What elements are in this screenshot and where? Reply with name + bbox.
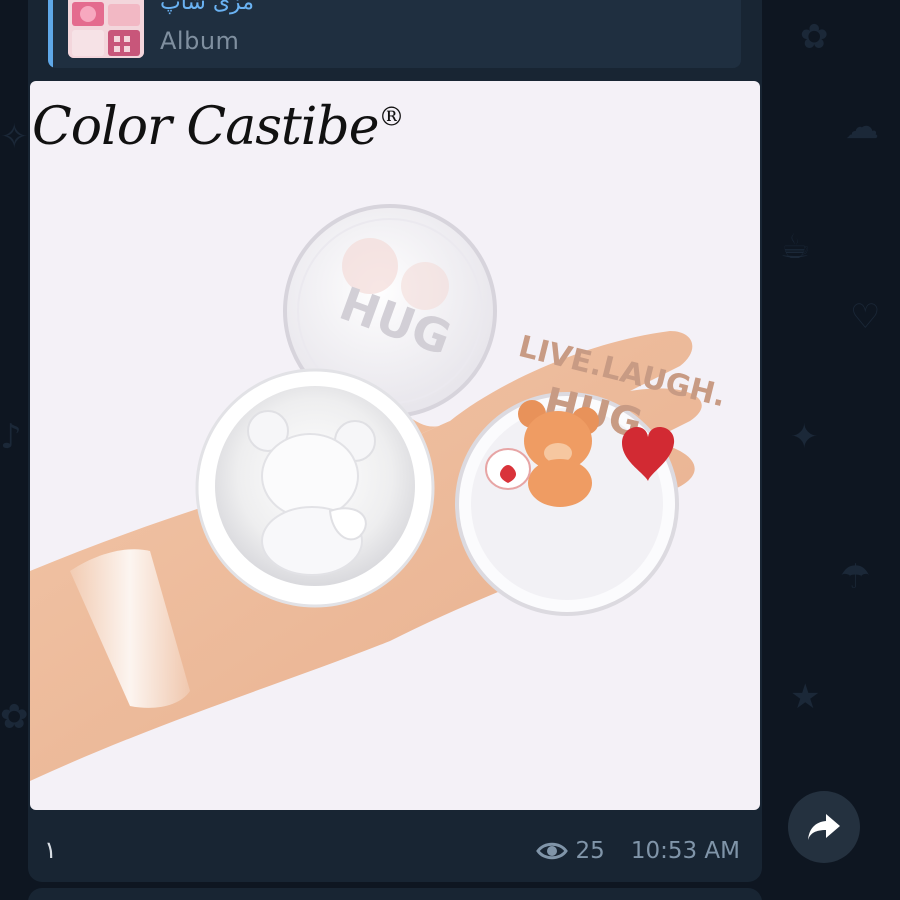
product-illustration: HUG LIVE.LAUGH. HUG: [30, 204, 730, 781]
doodle-icon: ☁: [845, 107, 879, 147]
chat-screen: ✿ ☁ ☕ ♡ ✦ ☂ ★ ✧ ♪ ✿ مزی شاپ Album HUG LI…: [0, 0, 900, 900]
photo-count-label: ١: [44, 836, 57, 864]
message-meta: 25 10:53 AM: [535, 838, 740, 864]
album-reply-header[interactable]: مزی شاپ Album: [48, 0, 741, 68]
message-photo[interactable]: HUG LIVE.LAUGH. HUG Color Cast: [30, 81, 760, 810]
brand-logo: Color Castibe®: [32, 97, 404, 157]
doodle-icon: ✧: [0, 117, 29, 157]
album-title: مزی شاپ: [160, 0, 254, 15]
doodle-icon: ★: [790, 677, 821, 717]
share-arrow-icon: [808, 814, 840, 840]
album-subtitle: Album: [160, 27, 240, 55]
view-count: 25: [575, 838, 605, 864]
share-button[interactable]: [788, 791, 860, 863]
doodle-icon: ✿: [800, 17, 829, 57]
message-time: 10:53 AM: [630, 838, 740, 864]
doodle-icon: ♡: [850, 297, 881, 337]
doodle-icon: ♪: [0, 417, 22, 457]
reply-accent-bar: [48, 0, 53, 68]
eye-icon: [535, 842, 568, 860]
doodle-icon: ✿: [0, 697, 29, 737]
album-thumbnail: [68, 0, 144, 58]
doodle-icon: ✦: [790, 417, 819, 457]
next-message-bubble[interactable]: [28, 888, 762, 900]
doodle-icon: ☕: [780, 227, 811, 267]
doodle-icon: ☂: [840, 557, 871, 597]
